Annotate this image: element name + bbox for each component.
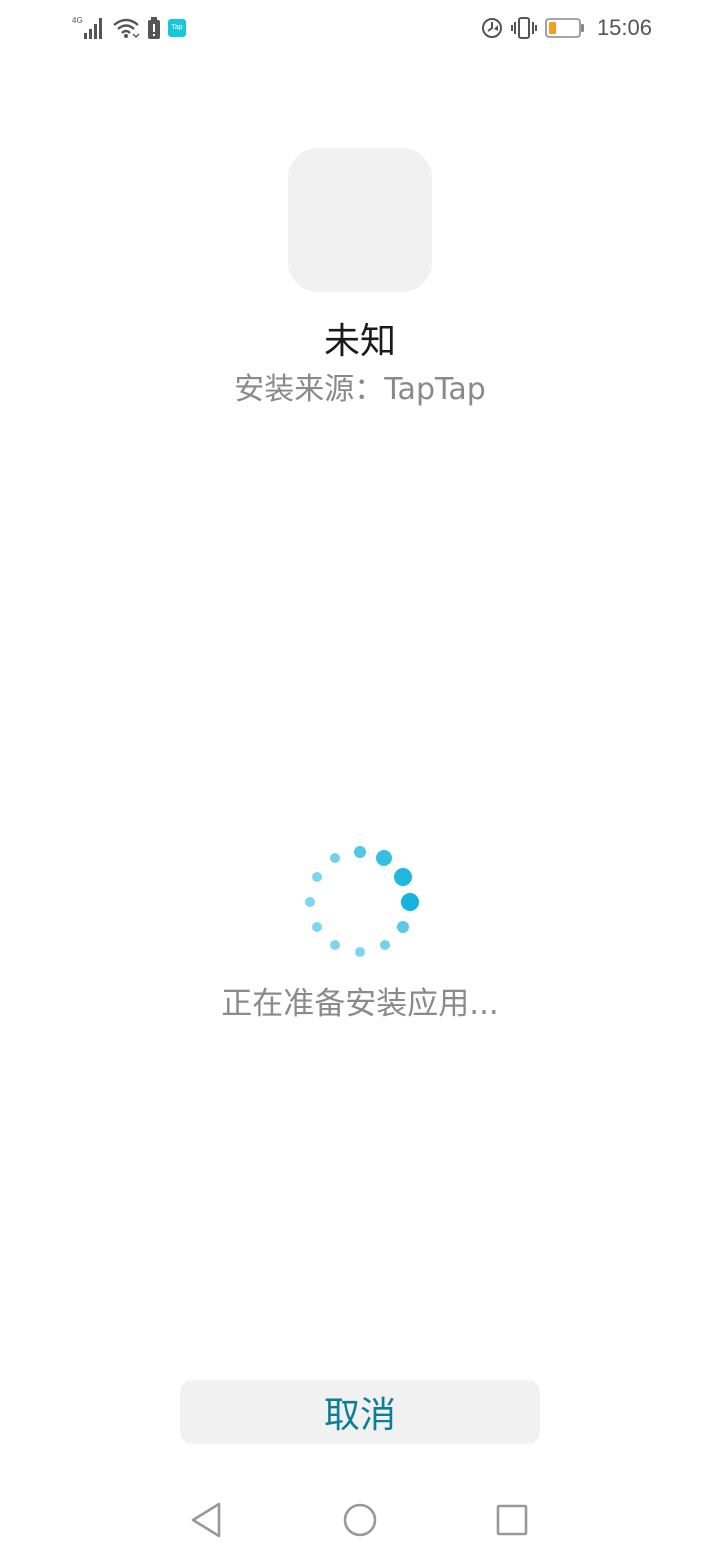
nav-home-button[interactable] [336,1496,384,1544]
svg-text:4G: 4G [72,16,83,25]
install-screen: 4G Tap 15:06 未知 安装来源：TapTap 正在准备安装应用... … [0,0,720,1560]
install-source: 安装来源：TapTap [234,372,486,407]
vibrate-icon [510,17,537,39]
wifi-icon [113,18,140,38]
navigation-bar [0,1480,720,1560]
app-icon-placeholder [288,148,432,292]
status-time: 15:06 [596,15,652,40]
data-saver-icon [481,18,502,38]
status-bar-right: 15:06 [481,14,652,42]
cancel-button[interactable]: 取消 [180,1380,540,1444]
loading-spinner-icon [305,846,419,957]
home-icon [343,1503,377,1537]
nav-recents-button[interactable] [488,1496,536,1544]
status-bar-left: 4G Tap [72,14,186,42]
signal-icon: 4G [72,16,102,39]
loading-text: 正在准备安装应用... [221,986,499,1022]
status-bar: 4G Tap 15:06 [0,0,720,56]
recents-icon [496,1504,528,1536]
nav-back-button[interactable] [182,1496,230,1544]
back-icon [191,1502,221,1538]
taptap-icon: Tap [168,19,186,37]
battery-icon [545,18,584,38]
app-name: 未知 [323,321,396,362]
battery-alert-icon [148,17,160,39]
